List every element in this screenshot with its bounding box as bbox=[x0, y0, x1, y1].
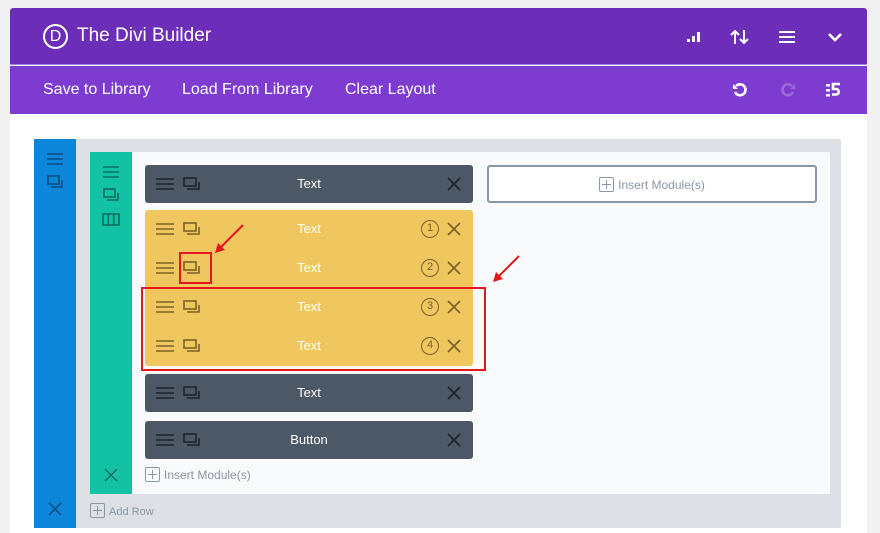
insert-module-label: Insert Module(s) bbox=[164, 468, 251, 482]
section: Text Text 1 Text 2 Text 3 Text 4 Text Bu… bbox=[34, 139, 841, 528]
row-sidebar bbox=[90, 152, 132, 494]
module-label: Button bbox=[290, 432, 328, 447]
selected-modules-group: Text 1 Text 2 Text 3 Text 4 bbox=[145, 210, 473, 366]
module-text-selected-4[interactable]: Text 4 bbox=[145, 327, 473, 365]
module-text-selected-1[interactable]: Text 1 bbox=[145, 210, 473, 248]
module-text[interactable]: Text bbox=[145, 165, 473, 203]
undo-icon[interactable] bbox=[727, 77, 753, 103]
insert-module-label: Insert Module(s) bbox=[618, 178, 705, 192]
plus-icon bbox=[90, 503, 105, 518]
delete-icon[interactable] bbox=[444, 430, 464, 450]
selection-number-badge: 2 bbox=[421, 259, 439, 277]
module-text[interactable]: Text bbox=[145, 374, 473, 412]
chevron-down-icon[interactable] bbox=[822, 24, 848, 50]
selection-number-badge: 1 bbox=[421, 220, 439, 238]
delete-icon[interactable] bbox=[444, 219, 464, 239]
row: Text Text 1 Text 2 Text 3 Text 4 Text Bu… bbox=[90, 152, 830, 494]
selection-number-badge: 3 bbox=[421, 298, 439, 316]
delete-icon[interactable] bbox=[444, 336, 464, 356]
sort-arrows-icon[interactable] bbox=[727, 24, 753, 50]
add-row-button[interactable]: Add Row bbox=[90, 503, 154, 520]
clear-layout-button[interactable]: Clear Layout bbox=[345, 80, 436, 100]
row-delete-icon[interactable] bbox=[100, 465, 122, 485]
row-columns-icon[interactable] bbox=[100, 209, 122, 229]
delete-icon[interactable] bbox=[444, 297, 464, 317]
divi-builder: D The Divi Builder Save to Library Load … bbox=[10, 8, 867, 533]
builder-header: D The Divi Builder bbox=[10, 8, 867, 65]
module-button[interactable]: Button bbox=[145, 421, 473, 459]
portability-icon[interactable] bbox=[681, 24, 707, 50]
module-label: Text bbox=[297, 385, 321, 400]
insert-module-column2-button[interactable]: Insert Module(s) bbox=[487, 165, 817, 203]
divi-logo: D bbox=[43, 24, 68, 49]
builder-toolbar: Save to Library Load From Library Clear … bbox=[10, 66, 867, 114]
row-duplicate-icon[interactable] bbox=[100, 185, 122, 205]
redo-icon[interactable] bbox=[775, 77, 801, 103]
delete-icon[interactable] bbox=[444, 258, 464, 278]
delete-icon[interactable] bbox=[444, 383, 464, 403]
section-sidebar bbox=[34, 139, 76, 528]
module-label: Text bbox=[297, 176, 321, 191]
insert-module-column1-button[interactable]: Insert Module(s) bbox=[145, 467, 251, 483]
module-text-selected-2[interactable]: Text 2 bbox=[145, 249, 473, 287]
save-to-library-button[interactable]: Save to Library bbox=[43, 80, 151, 100]
module-text-selected-3[interactable]: Text 3 bbox=[145, 288, 473, 326]
add-row-label: Add Row bbox=[109, 506, 154, 518]
plus-icon bbox=[145, 467, 160, 482]
section-delete-icon[interactable] bbox=[45, 499, 65, 519]
app-title: The Divi Builder bbox=[77, 25, 212, 46]
load-from-library-button[interactable]: Load From Library bbox=[182, 80, 313, 100]
plus-icon bbox=[599, 177, 615, 192]
section-duplicate-icon[interactable] bbox=[45, 172, 65, 192]
selection-number-badge: 4 bbox=[421, 337, 439, 355]
history-icon[interactable] bbox=[821, 77, 847, 103]
section-move-handle-icon[interactable] bbox=[45, 149, 65, 169]
row-move-handle-icon[interactable] bbox=[100, 162, 122, 182]
hamburger-menu-icon[interactable] bbox=[774, 24, 800, 50]
delete-icon[interactable] bbox=[444, 174, 464, 194]
